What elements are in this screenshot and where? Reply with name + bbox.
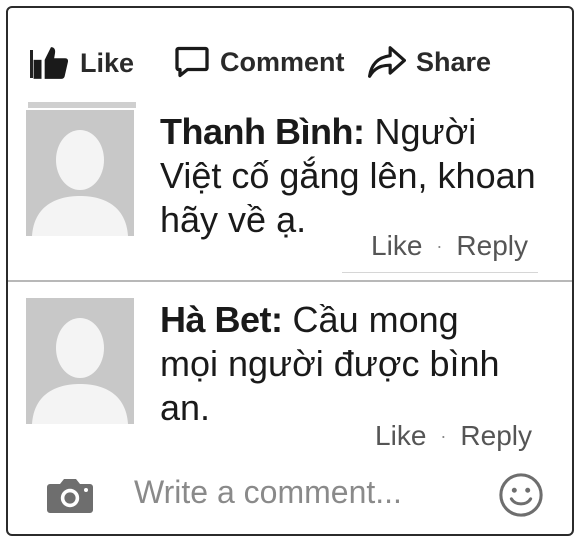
share-button[interactable]: Share (368, 44, 491, 80)
comment-like-link[interactable]: Like (371, 230, 422, 262)
share-arrow-icon (368, 44, 406, 80)
avatar-silhouette-icon (26, 110, 134, 236)
avatar[interactable] (26, 110, 134, 236)
action-bar: Like Comment Share (8, 38, 572, 98)
comment-panel: Like Comment Share Thanh Bình: Người Việ… (6, 6, 574, 536)
comment-body: Hà Bet: Cầu mong mọi người được bình an. (160, 298, 520, 430)
comment-reply-link[interactable]: Reply (460, 420, 532, 452)
comment-item: Hà Bet: Cầu mong mọi người được bình an.… (8, 284, 572, 451)
avatar[interactable] (26, 298, 134, 424)
comment-body: Thanh Bình: Người Việt cố gắng lên, khoa… (160, 110, 540, 242)
comment-input[interactable] (134, 470, 474, 514)
comment-like-link[interactable]: Like (375, 420, 426, 452)
comment-divider (8, 280, 572, 282)
comment-button[interactable]: Comment (174, 44, 345, 80)
comment-bubble-icon (174, 44, 210, 80)
comment-actions: Like · Reply (375, 420, 532, 452)
divider (342, 272, 538, 273)
separator-dot: · (436, 235, 443, 256)
comment-reply-link[interactable]: Reply (456, 230, 528, 262)
thumbs-up-icon (32, 44, 70, 82)
comment-label: Comment (220, 46, 345, 77)
comment-author[interactable]: Hà Bet: (160, 299, 283, 340)
comment-author[interactable]: Thanh Bình: (160, 111, 365, 152)
like-label: Like (80, 47, 135, 78)
comment-item: Thanh Bình: Người Việt cố gắng lên, khoa… (8, 100, 572, 276)
camera-icon[interactable] (46, 476, 94, 519)
like-button[interactable]: Like (32, 44, 134, 82)
comment-actions: Like · Reply (371, 230, 528, 262)
separator-dot: · (440, 425, 447, 446)
avatar-silhouette-icon (26, 298, 134, 424)
comment-composer (8, 456, 572, 530)
share-label: Share (416, 46, 492, 77)
smiley-icon[interactable] (498, 472, 544, 523)
